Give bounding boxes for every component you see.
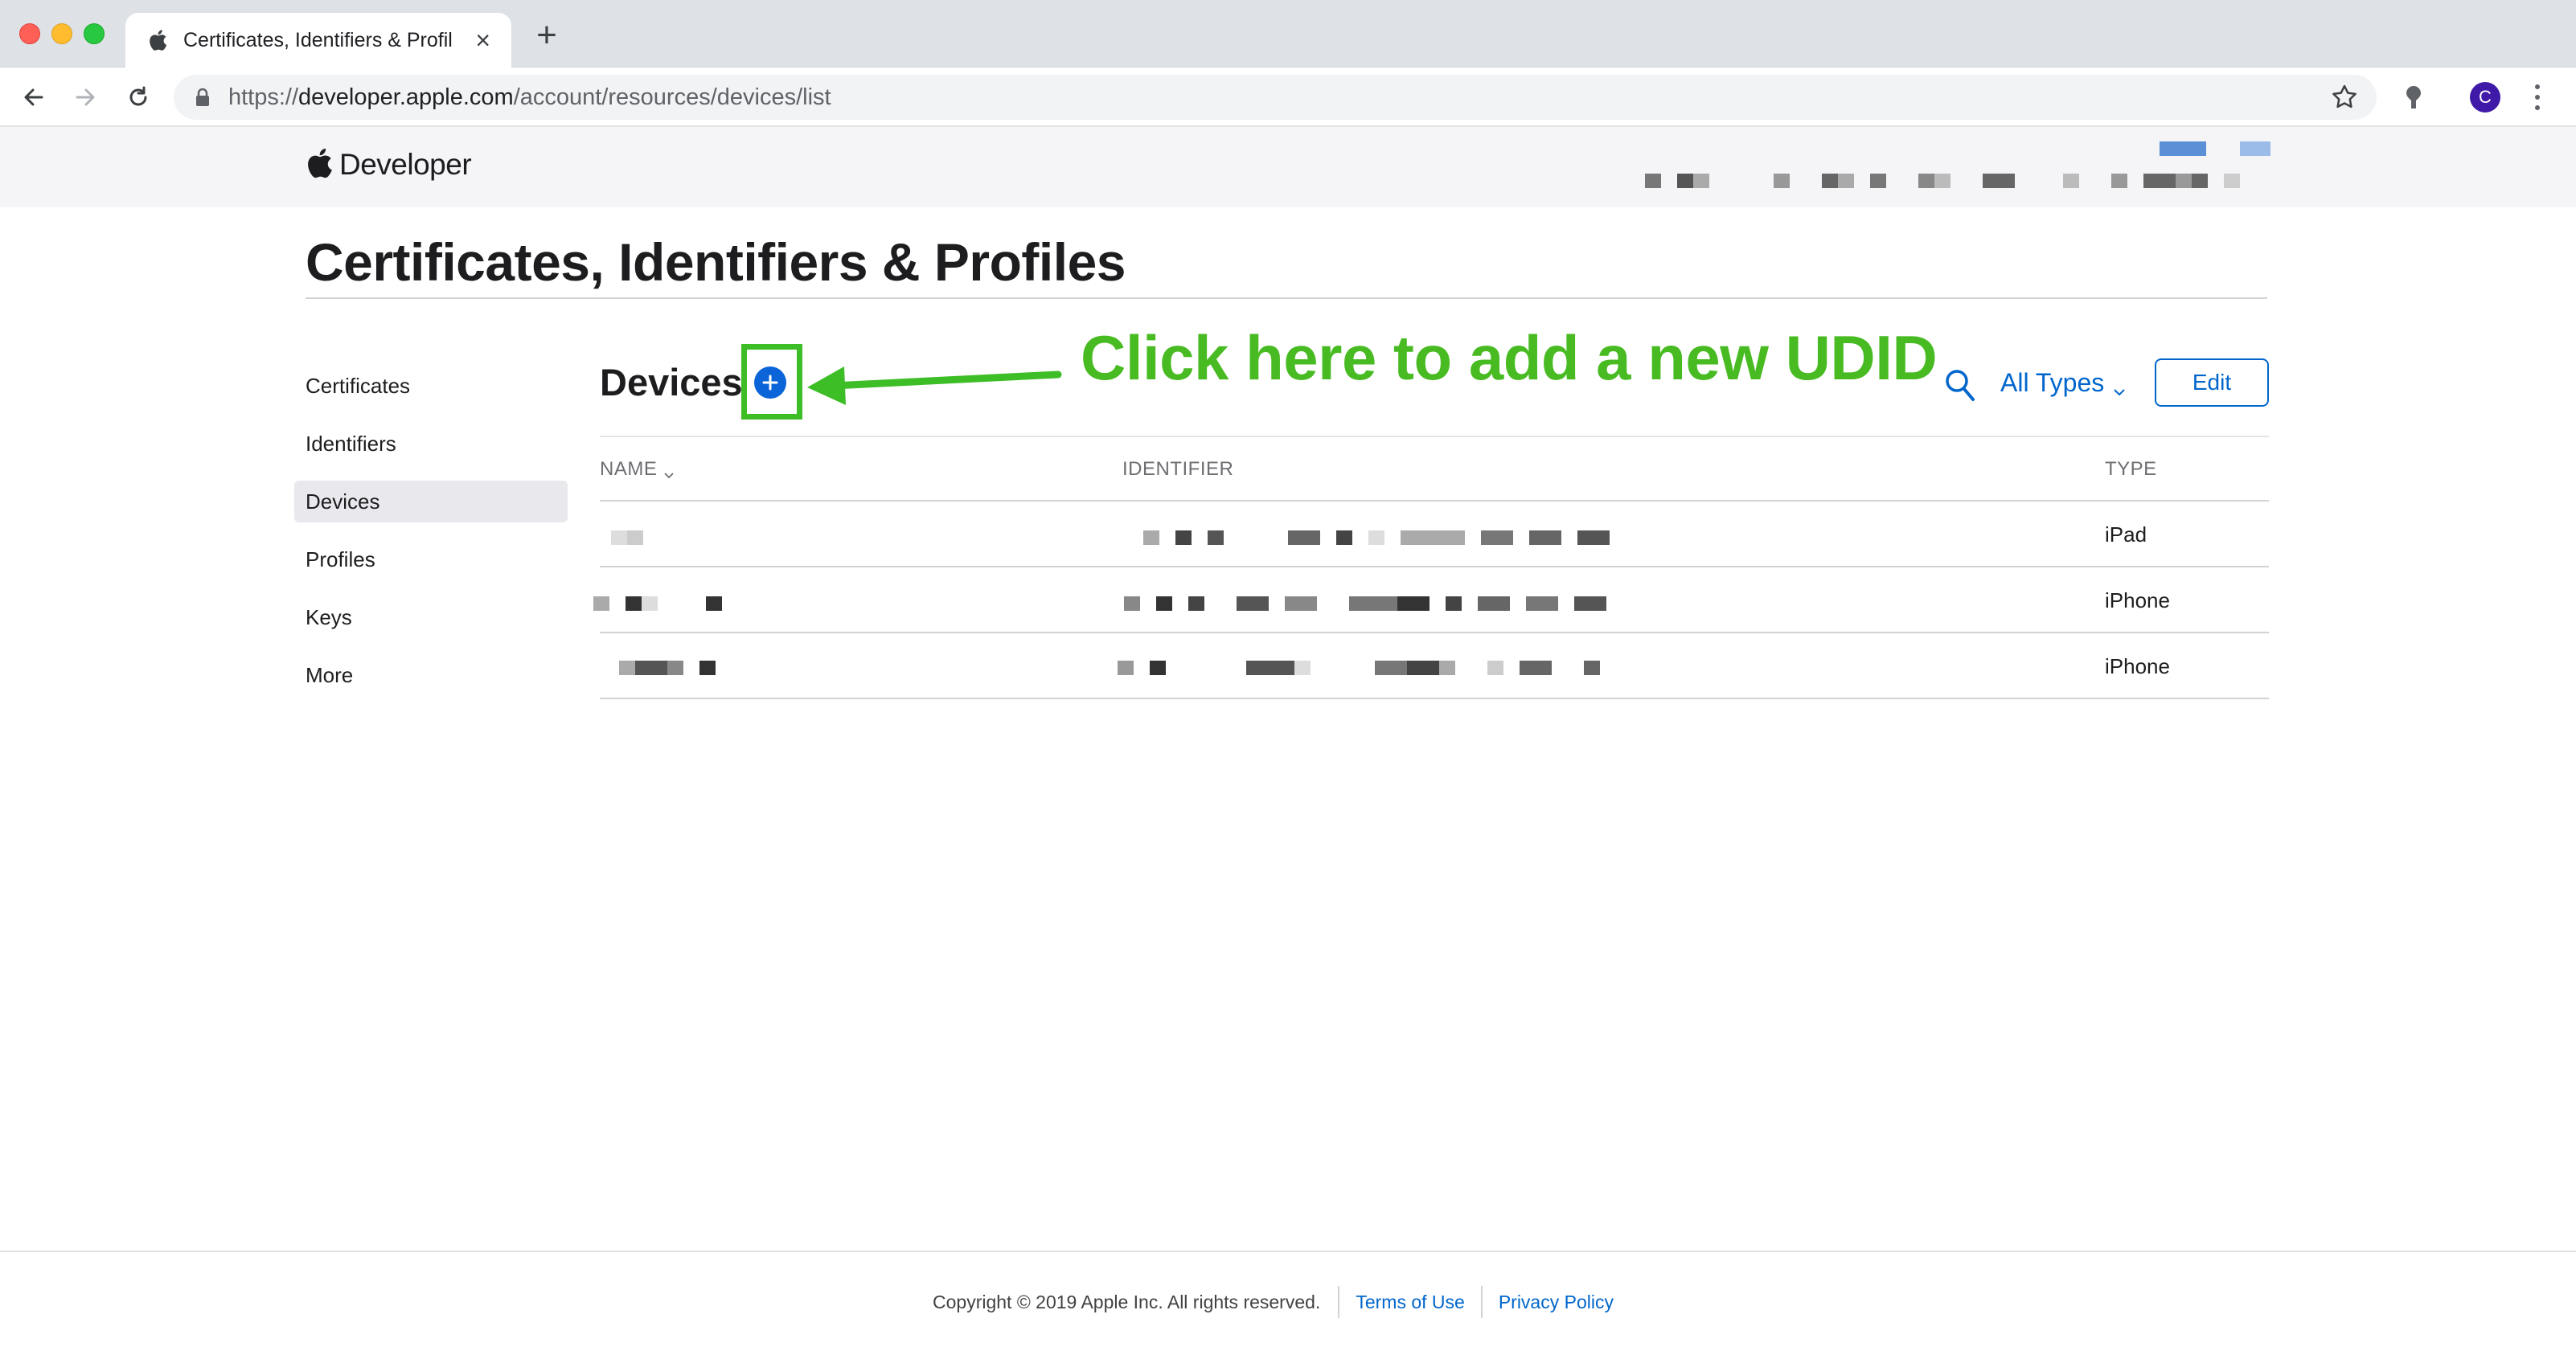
browser-toolbar: https://developer.apple.com/account/reso…: [0, 68, 2576, 127]
terms-of-use-link[interactable]: Terms of Use: [1338, 1286, 1480, 1318]
apple-icon: [306, 147, 333, 183]
device-type: iPhone: [2105, 654, 2170, 678]
column-header-type: TYPE: [2105, 458, 2157, 480]
close-window-button[interactable]: [19, 23, 40, 44]
privacy-policy-link[interactable]: Privacy Policy: [1480, 1286, 1630, 1318]
chevron-down-icon: [2112, 376, 2127, 395]
page-footer: Copyright © 2019 Apple Inc. All rights r…: [0, 1251, 2576, 1347]
plus-icon[interactable]: +: [531, 18, 563, 53]
profile-avatar[interactable]: C: [2470, 82, 2500, 113]
lock-icon: [193, 88, 212, 107]
browser-tab-bar: Certificates, Identifiers & Profil × +: [0, 0, 2576, 68]
column-header-identifier: IDENTIFIER: [1122, 458, 1234, 480]
list-top-divider: [600, 436, 2269, 437]
device-type: iPad: [2105, 522, 2147, 547]
section-title: Devices: [600, 361, 743, 403]
sidebar-item-keys[interactable]: Keys: [294, 596, 568, 638]
type-filter-dropdown[interactable]: All Types: [2000, 368, 2127, 398]
close-icon[interactable]: ×: [475, 27, 490, 53]
table-row[interactable]: iPad: [600, 502, 2269, 567]
page-title: Certificates, Identifiers & Profiles: [306, 232, 1126, 292]
more-icon[interactable]: [2529, 82, 2545, 113]
table-row[interactable]: iPhone: [593, 567, 2269, 633]
annotation-highlight-box: [741, 344, 802, 420]
edit-button[interactable]: Edit: [2155, 358, 2269, 407]
location-icon[interactable]: [2399, 83, 2428, 112]
copyright-text: Copyright © 2019 Apple Inc. All rights r…: [933, 1291, 1321, 1312]
zoom-window-button[interactable]: [84, 23, 105, 44]
star-icon[interactable]: [2330, 83, 2359, 112]
sidebar-item-more[interactable]: More: [294, 654, 568, 696]
sidebar-item-certificates[interactable]: Certificates: [294, 365, 568, 407]
developer-global-nav: Developer: [0, 127, 2576, 207]
title-divider: [306, 297, 2267, 299]
developer-logo[interactable]: Developer: [306, 145, 472, 185]
reload-icon[interactable]: [122, 81, 154, 113]
brand-text: Developer: [339, 148, 472, 181]
back-icon[interactable]: [18, 81, 50, 113]
device-type: iPhone: [2105, 588, 2170, 612]
tab-title: Certificates, Identifiers & Profil: [183, 28, 453, 51]
browser-tab[interactable]: Certificates, Identifiers & Profil ×: [125, 13, 511, 68]
address-bar[interactable]: https://developer.apple.com/account/reso…: [174, 75, 2377, 120]
search-icon[interactable]: [1944, 368, 1976, 403]
table-row[interactable]: iPhone: [600, 633, 2269, 699]
apple-icon: [146, 29, 169, 51]
sidebar-item-identifiers[interactable]: Identifiers: [294, 423, 568, 465]
minimize-window-button[interactable]: [51, 23, 72, 44]
column-header-name[interactable]: NAME: [600, 458, 675, 481]
filter-label: All Types: [2000, 368, 2105, 397]
sidebar-item-profiles[interactable]: Profiles: [294, 538, 568, 580]
forward-icon[interactable]: [69, 81, 101, 113]
url-text: https://developer.apple.com/account/reso…: [228, 84, 831, 110]
sidebar-nav: Certificates Identifiers Devices Profile…: [294, 365, 568, 712]
annotation-callout: Click here to add a new UDID: [1081, 322, 1938, 393]
chevron-down-icon: [663, 464, 675, 479]
sidebar-item-devices[interactable]: Devices: [294, 481, 568, 522]
